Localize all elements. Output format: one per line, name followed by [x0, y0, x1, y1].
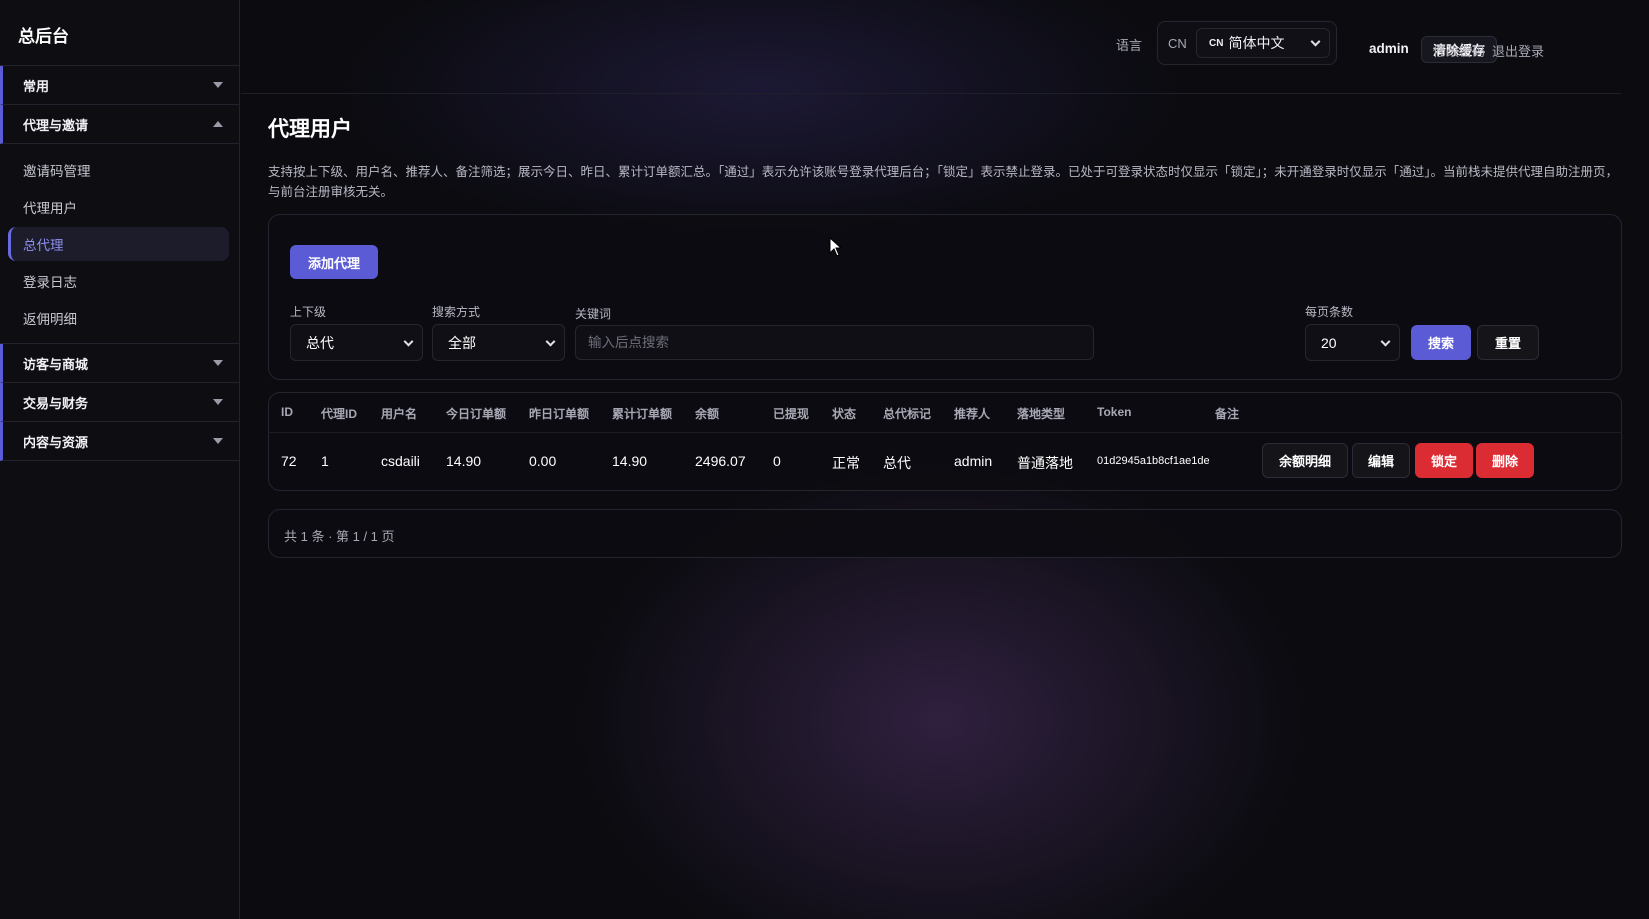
chevron-down-icon — [545, 336, 556, 347]
sidebar: 总后台 常用 代理与邀请 邀请码管理 代理用户 总代理 登录日志 返佣明细 访客… — [0, 0, 240, 919]
sidebar-sublist-agents: 邀请码管理 代理用户 总代理 登录日志 返佣明细 — [0, 144, 239, 344]
lock-button[interactable]: 锁定 — [1415, 443, 1473, 478]
pagination-summary: 共 1 条 · 第 1 / 1 页 — [284, 529, 395, 544]
cell-yesterday: 0.00 — [529, 453, 557, 469]
column-header: 状态 — [832, 407, 857, 421]
chevron-down-icon — [213, 360, 223, 366]
level-select[interactable]: 总代 — [290, 324, 423, 361]
mouse-cursor-icon — [829, 237, 843, 257]
keyword-input[interactable] — [575, 325, 1094, 360]
sidebar-item-commission[interactable]: 返佣明细 — [8, 301, 229, 335]
sidebar-group-common[interactable]: 常用 — [0, 66, 239, 105]
flag-icon: CN — [1209, 37, 1224, 49]
agents-table: ID 代理ID 用户名 今日订单额 昨日订单额 累计订单额 余额 已提现 状态 … — [268, 392, 1622, 491]
topbar: 语言 CN CN 简体中文 admin 清除缓存 修改密码 退出登录 — [241, 0, 1621, 94]
reset-button[interactable]: 重置 — [1477, 325, 1539, 360]
column-header: 昨日订单额 — [529, 407, 590, 421]
cell-balance: 2496.07 — [695, 453, 746, 469]
logout-link[interactable]: 退出登录 — [1492, 41, 1544, 60]
language-label: 语言 — [1116, 38, 1143, 53]
sidebar-item-invite-codes[interactable]: 邀请码管理 — [8, 153, 229, 187]
column-header: 累计订单额 — [612, 407, 673, 421]
admin-app: 总后台 常用 代理与邀请 邀请码管理 代理用户 总代理 登录日志 返佣明细 访客… — [0, 0, 1649, 919]
sidebar-group-trade-finance[interactable]: 交易与财务 — [0, 383, 239, 422]
sidebar-item-login-logs[interactable]: 登录日志 — [8, 264, 229, 298]
current-user: admin — [1369, 41, 1409, 56]
page-title: 代理用户 — [268, 118, 352, 141]
language-select[interactable]: CN 简体中文 — [1196, 28, 1330, 58]
filter-panel: 添加代理 上下级 总代 搜索方式 全部 关键词 每页条数 20 搜索 重置 — [268, 214, 1622, 380]
cell-today: 14.90 — [446, 453, 482, 469]
add-agent-button[interactable]: 添加代理 — [290, 245, 378, 279]
sidebar-group-label: 访客与商城 — [23, 356, 89, 372]
main-content: 语言 CN CN 简体中文 admin 清除缓存 修改密码 退出登录 代理用户 … — [241, 0, 1649, 919]
column-header: ID — [281, 405, 293, 419]
per-page-label: 每页条数 — [1305, 305, 1354, 319]
column-header: 已提现 — [773, 407, 810, 421]
sidebar-group-label: 常用 — [23, 78, 50, 94]
cell-token: 01d2945a1b8cf1ae1de — [1097, 455, 1210, 467]
chevron-down-icon — [403, 336, 414, 347]
column-header: 备注 — [1215, 407, 1240, 421]
pagination: 共 1 条 · 第 1 / 1 页 — [268, 509, 1622, 558]
search-mode-select[interactable]: 全部 — [432, 324, 565, 361]
column-header: 推荐人 — [954, 407, 991, 421]
chevron-down-icon — [213, 82, 223, 88]
sidebar-group-label: 交易与财务 — [23, 395, 89, 411]
change-password-link[interactable]: 修改密码 — [1433, 41, 1485, 60]
chevron-up-icon — [213, 121, 223, 127]
column-header: 落地类型 — [1017, 407, 1066, 421]
sidebar-item-master-agents[interactable]: 总代理 — [8, 227, 229, 261]
chevron-down-icon — [1310, 36, 1321, 47]
per-page-select[interactable]: 20 — [1305, 324, 1400, 361]
language-value: 简体中文 — [1228, 35, 1285, 51]
chevron-down-icon — [213, 399, 223, 405]
chevron-down-icon — [213, 438, 223, 444]
column-header: Token — [1097, 405, 1132, 419]
keyword-label: 关键词 — [575, 307, 612, 321]
chevron-down-icon — [1380, 336, 1391, 347]
cell-landing-type: 普通落地 — [1017, 455, 1073, 471]
column-header: 代理ID — [321, 407, 358, 421]
header-divider — [269, 432, 1621, 433]
sidebar-group-visitors-shop[interactable]: 访客与商城 — [0, 344, 239, 383]
per-page-value: 20 — [1321, 334, 1337, 351]
sidebar-group-label: 内容与资源 — [23, 434, 89, 450]
language-prefix: CN — [1168, 36, 1187, 51]
language-switcher: CN CN 简体中文 — [1157, 21, 1337, 65]
level-label: 上下级 — [290, 305, 327, 319]
brand-title: 总后台 — [0, 0, 239, 66]
page-description: 支持按上下级、用户名、推荐人、备注筛选；展示今日、昨日、累计订单额汇总。「通过」… — [268, 165, 1619, 199]
cell-status: 正常 — [832, 455, 860, 471]
cell-agent-id: 1 — [321, 453, 329, 469]
cell-total: 14.90 — [612, 453, 648, 469]
search-button[interactable]: 搜索 — [1411, 325, 1471, 360]
sidebar-group-label: 代理与邀请 — [23, 117, 89, 133]
cell-referrer: admin — [954, 453, 993, 469]
cell-master-flag: 总代 — [883, 455, 911, 471]
sidebar-item-agent-users[interactable]: 代理用户 — [8, 190, 229, 224]
edit-button[interactable]: 编辑 — [1352, 443, 1410, 478]
level-value: 总代 — [306, 334, 334, 351]
search-mode-value: 全部 — [448, 334, 476, 351]
sidebar-group-content-resources[interactable]: 内容与资源 — [0, 422, 239, 461]
sidebar-group-agents[interactable]: 代理与邀请 — [0, 105, 239, 144]
column-header: 今日订单额 — [446, 407, 507, 421]
cell-id: 72 — [281, 453, 297, 469]
column-header: 用户名 — [381, 407, 418, 421]
cell-withdrawn: 0 — [773, 453, 781, 469]
balance-detail-button[interactable]: 余额明细 — [1262, 443, 1348, 478]
cell-username: csdaili — [381, 453, 420, 469]
column-header: 总代标记 — [883, 407, 932, 421]
column-header: 余额 — [695, 407, 720, 421]
delete-button[interactable]: 删除 — [1476, 443, 1534, 478]
search-mode-label: 搜索方式 — [432, 305, 481, 319]
